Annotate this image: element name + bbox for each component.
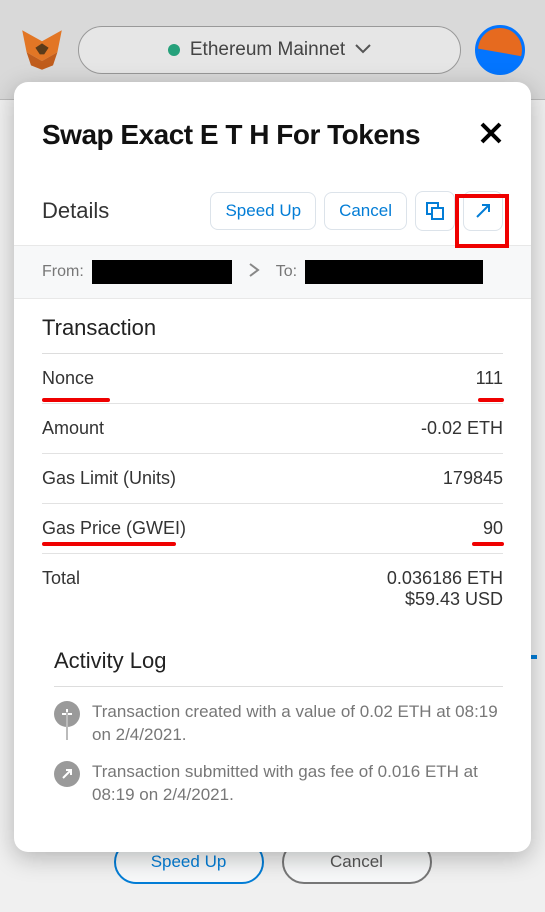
underline-nonce-value (478, 398, 504, 402)
nonce-label: Nonce (42, 368, 94, 389)
underline-gasprice-label (42, 542, 176, 546)
log-item-submitted: Transaction submitted with gas fee of 0.… (54, 747, 503, 807)
total-row: Total 0.036186 ETH $59.43 USD (42, 554, 503, 624)
transaction-title: Transaction (42, 315, 503, 354)
gaslimit-label: Gas Limit (Units) (42, 468, 176, 489)
transaction-section: Transaction Nonce 111 Amount -0.02 ETH G… (14, 299, 531, 624)
chevron-down-icon (355, 41, 371, 59)
arrow-up-right-icon (54, 761, 80, 787)
copy-button[interactable] (415, 191, 455, 231)
nonce-value: 111 (476, 368, 503, 389)
total-usd: $59.43 USD (387, 589, 503, 610)
underline-gasprice-value (472, 542, 504, 546)
network-status-dot (168, 44, 180, 56)
external-link-button[interactable] (463, 191, 503, 231)
log-text-submitted: Transaction submitted with gas fee of 0.… (92, 761, 503, 807)
details-row: Details Speed Up Cancel (14, 191, 531, 245)
account-avatar[interactable] (475, 25, 525, 75)
arrow-right-icon (240, 262, 268, 283)
gasprice-value: 90 (483, 518, 503, 539)
total-eth: 0.036186 ETH (387, 568, 503, 589)
gaslimit-value: 179845 (443, 468, 503, 489)
modal-title: Swap Exact E T H For Tokens (42, 119, 479, 151)
nonce-row: Nonce 111 (42, 354, 503, 404)
transaction-modal: Swap Exact E T H For Tokens Details Spee… (14, 82, 531, 852)
modal-header: Swap Exact E T H For Tokens (14, 82, 531, 191)
activity-title: Activity Log (54, 648, 503, 687)
external-link-icon (474, 202, 492, 220)
network-selector[interactable]: Ethereum Mainnet (78, 26, 461, 74)
gasprice-label: Gas Price (GWEI) (42, 518, 186, 539)
log-item-created: Transaction created with a value of 0.02… (54, 687, 503, 747)
gaslimit-row: Gas Limit (Units) 179845 (42, 454, 503, 504)
from-to-bar: From: To: (14, 245, 531, 299)
activity-section: Activity Log Transaction created with a … (14, 624, 531, 827)
to-address-redacted (305, 260, 483, 284)
to-label: To: (276, 263, 297, 281)
log-connector (66, 712, 68, 740)
total-label: Total (42, 568, 80, 589)
network-name: Ethereum Mainnet (190, 39, 345, 61)
amount-row: Amount -0.02 ETH (42, 404, 503, 454)
gasprice-row: Gas Price (GWEI) 90 (42, 504, 503, 554)
log-text-created: Transaction created with a value of 0.02… (92, 701, 503, 747)
details-label: Details (42, 198, 202, 224)
cancel-button[interactable]: Cancel (324, 192, 407, 230)
close-button[interactable] (479, 116, 503, 153)
speedup-button[interactable]: Speed Up (210, 192, 316, 230)
underline-nonce-label (42, 398, 110, 402)
amount-value: -0.02 ETH (421, 418, 503, 439)
from-label: From: (42, 263, 84, 281)
amount-label: Amount (42, 418, 104, 439)
from-address-redacted (92, 260, 232, 284)
copy-icon (426, 202, 444, 220)
metamask-logo-icon (20, 28, 64, 72)
